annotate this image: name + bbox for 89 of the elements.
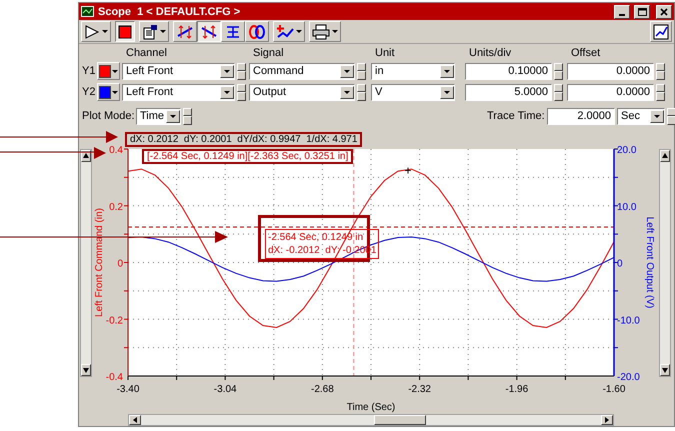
color-picker[interactable] [97, 83, 120, 101]
column-header: Units/div [468, 46, 512, 58]
y2-axis-title: Left Front Output (V) [644, 216, 655, 308]
spin-buttons[interactable] [656, 84, 665, 100]
plot-mode-label: Plot Mode: [82, 110, 135, 122]
trace-label: Y2 [82, 86, 96, 98]
signal-dropdown[interactable]: Command [249, 62, 355, 80]
arrow-left-icon [131, 416, 139, 424]
maximize-icon [638, 8, 646, 16]
spin-buttons[interactable] [357, 62, 366, 80]
cursor-values: [-2.564 Sec, 0.1249 in][-2.363 Sec, 0.3251 in] [142, 149, 354, 164]
cursor-icon [248, 24, 266, 40]
x-tick-label: -1.96 [505, 384, 528, 395]
add-trace-icon [276, 24, 294, 40]
plot-mode-dropdown[interactable]: Time [136, 108, 181, 124]
trace-time-field[interactable]: 2.0000 [547, 108, 615, 124]
close-icon [660, 8, 668, 16]
chart-icon [653, 24, 669, 40]
spin-buttons[interactable] [554, 84, 563, 100]
printer-icon [312, 24, 330, 40]
column-header: Unit [374, 46, 395, 58]
units-per-div-field[interactable]: 0.10000 [465, 62, 552, 80]
cursor-icon [224, 24, 242, 40]
x-tick-label: -3.04 [214, 384, 237, 395]
arrow-up-icon [661, 152, 669, 160]
close-button[interactable] [656, 4, 672, 19]
y2-tick-label: -10.0 [617, 315, 640, 326]
vertical-scrollbar[interactable] [659, 149, 671, 377]
x-tick-label: -2.68 [311, 384, 334, 395]
caret-icon [160, 30, 166, 34]
y2-tick-label: 20.0 [617, 145, 636, 156]
x-tick-label: -3.40 [116, 384, 140, 395]
play-icon [84, 24, 100, 40]
spin-buttons[interactable] [357, 84, 366, 100]
x-axis-title: Time (Sec) [346, 402, 396, 413]
offset-field[interactable]: 0.0000 [567, 84, 654, 100]
y-tick-label: 0.2 [109, 202, 123, 213]
offset-field[interactable]: 0.0000 [567, 62, 654, 80]
y-tick-label: -0.4 [106, 372, 123, 383]
y-tick-label: -0.2 [106, 315, 123, 326]
spin-buttons[interactable] [554, 62, 563, 80]
caret-icon [102, 30, 108, 34]
window-title: Scope 1 < DEFAULT.CFG > [98, 6, 242, 18]
trace-label: Y1 [82, 65, 96, 77]
app-icon [81, 6, 94, 18]
y2-tick-label: -20.0 [617, 372, 640, 383]
channel-dropdown[interactable]: Left Front [122, 62, 235, 80]
scrollbar-thumb[interactable] [374, 415, 426, 425]
toolbar-button[interactable] [197, 21, 221, 42]
cursor-icon [200, 24, 218, 40]
spin-buttons[interactable] [656, 62, 665, 80]
y-axis-title: Left Front Command (in) [94, 208, 105, 317]
spin-buttons[interactable] [183, 108, 192, 124]
units-per-div-field[interactable]: 5.0000 [465, 84, 552, 100]
cursor-readout: dX: 0.2012 dY: 0.2001 dY/dX: 0.9947 1/dX: 4.971 [125, 132, 362, 147]
minimize-button[interactable] [614, 4, 630, 19]
minimize-icon [619, 14, 625, 16]
signal-dropdown[interactable]: Output [249, 84, 355, 100]
spin-buttons[interactable] [667, 108, 675, 124]
trace-time-label: Trace Time: [487, 110, 545, 122]
channel-dropdown[interactable]: Left Front [122, 84, 235, 100]
y2-tick-label: 0 [617, 258, 623, 270]
x-tick-label: -1.60 [602, 384, 626, 395]
toolbar-button[interactable] [115, 21, 135, 42]
stop-icon [118, 24, 132, 39]
caret-icon [332, 30, 338, 34]
spin-buttons[interactable] [237, 84, 246, 100]
y-tick-label: 0 [117, 258, 123, 270]
cursor-icon [176, 24, 194, 40]
y-tick-label: 0.4 [109, 145, 123, 156]
unit-dropdown[interactable]: in [371, 62, 455, 80]
column-header: Channel [125, 46, 167, 58]
time-unit-dropdown[interactable]: Sec [617, 108, 665, 124]
properties-icon [142, 24, 158, 40]
column-header: Offset [570, 46, 600, 58]
maximize-button[interactable] [634, 4, 650, 19]
x-tick-label: -2.32 [408, 384, 431, 395]
y2-tick-label: 10.0 [617, 202, 636, 213]
arrow-right-icon [603, 416, 611, 424]
column-header: Signal [252, 46, 284, 58]
horizontal-scrollbar[interactable] [128, 414, 614, 426]
arrow-down-icon [661, 366, 669, 374]
arrow-up-icon [82, 152, 90, 160]
caret-icon [296, 30, 302, 34]
vertical-scrollbar[interactable] [80, 149, 92, 377]
arrow-down-icon [82, 366, 90, 374]
color-picker[interactable] [97, 62, 120, 80]
unit-dropdown[interactable]: V [371, 84, 455, 100]
spin-buttons[interactable] [237, 62, 246, 80]
